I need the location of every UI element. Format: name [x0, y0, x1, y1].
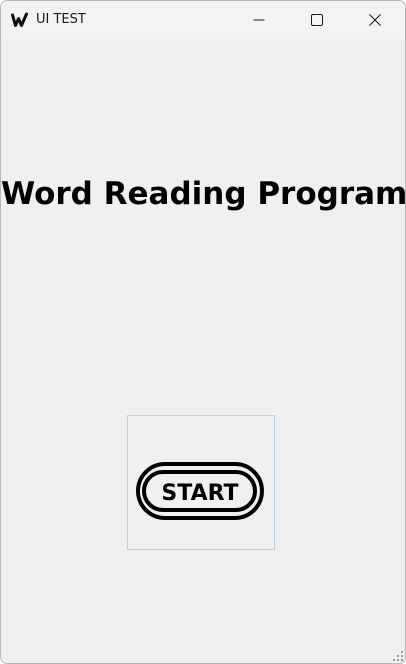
maximize-icon — [311, 14, 323, 26]
close-icon — [369, 14, 381, 26]
start-button[interactable]: START — [127, 415, 275, 550]
minimize-icon — [253, 19, 265, 21]
title-bar[interactable]: UI TEST — [1, 1, 405, 39]
maximize-button[interactable] — [288, 1, 346, 39]
app-logo-icon — [11, 12, 28, 27]
resize-grip-icon[interactable] — [393, 651, 403, 661]
close-button[interactable] — [346, 1, 404, 39]
window-title: UI TEST — [36, 12, 86, 27]
page-title: Word Reading Program — [1, 176, 406, 212]
app-window: UI TEST Word Reading Program START — [0, 0, 406, 664]
start-button-label: START — [161, 481, 238, 506]
start-pill-icon: START — [136, 462, 264, 520]
minimize-button[interactable] — [230, 1, 288, 39]
main-content: Word Reading Program START — [1, 39, 405, 663]
